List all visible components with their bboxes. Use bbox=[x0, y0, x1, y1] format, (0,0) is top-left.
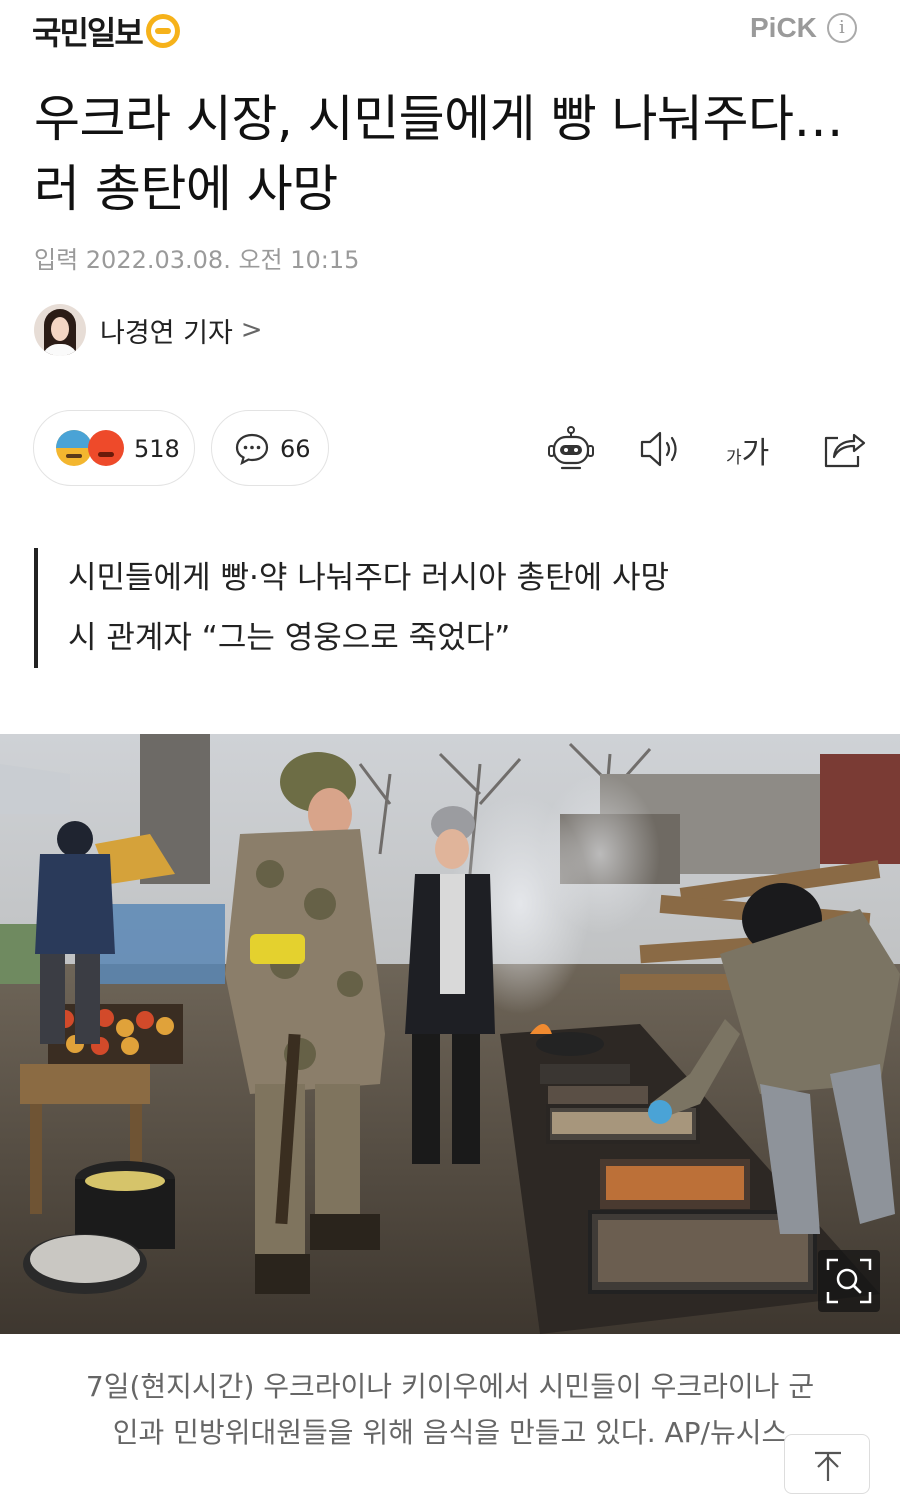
caption-line-1: 7일(현지시간) 우크라이나 키이우에서 시민들이 우크라이나 군 bbox=[85, 1370, 815, 1403]
font-big-label: 가 bbox=[741, 436, 770, 471]
reporter-link[interactable]: 나경연 기자 > bbox=[34, 304, 263, 356]
publisher-logo[interactable]: 국민일보 bbox=[32, 8, 180, 54]
article-photo[interactable] bbox=[0, 734, 900, 1334]
summary-line-1: 시민들에게 빵·약 나눠주다 러시아 총탄에 사망 bbox=[68, 560, 670, 596]
pick-badge[interactable]: PiCK i bbox=[750, 12, 857, 44]
info-icon[interactable]: i bbox=[826, 13, 857, 43]
angry-emoji-icon bbox=[88, 430, 124, 466]
arrow-up-icon bbox=[815, 1451, 841, 1481]
article-date: 입력 2022.03.08. 오전 10:15 bbox=[34, 246, 360, 274]
zoom-icon bbox=[826, 1258, 872, 1304]
reaction-count: 518 bbox=[134, 435, 180, 463]
pick-label: PiCK bbox=[750, 12, 817, 43]
comment-count: 66 bbox=[280, 435, 311, 463]
sad-emoji-icon bbox=[56, 430, 92, 466]
scroll-top-button[interactable] bbox=[784, 1434, 870, 1494]
chevron-right-icon: > bbox=[240, 315, 263, 345]
photo-caption: 7일(현지시간) 우크라이나 키이우에서 시민들이 우크라이나 군 인과 민방위… bbox=[0, 1364, 900, 1456]
caption-line-2: 인과 민방위대원들을 위해 음식을 만들고 있다. AP/뉴시스 bbox=[112, 1416, 788, 1449]
article-summary: 시민들에게 빵·약 나눠주다 러시아 총탄에 사망 시 관계자 “그는 영웅으로… bbox=[34, 548, 848, 668]
speaker-icon[interactable] bbox=[636, 424, 686, 474]
top-bar: 국민일보 PiCK i bbox=[0, 0, 900, 64]
robot-icon[interactable] bbox=[546, 424, 596, 474]
article-title: 우크라 시장, 시민들에게 빵 나눠주다…러 총탄에 사망 bbox=[34, 90, 843, 218]
font-size-button[interactable]: 가가 bbox=[726, 428, 769, 472]
comment-button[interactable]: 66 bbox=[211, 410, 329, 486]
zoom-button[interactable] bbox=[818, 1250, 880, 1312]
summary-line-2: 시 관계자 “그는 영웅으로 죽었다” bbox=[68, 620, 511, 656]
logo-text: 국민일보 bbox=[32, 14, 144, 52]
avatar bbox=[34, 304, 86, 356]
reaction-button[interactable]: 518 bbox=[33, 410, 195, 486]
photo-illustration bbox=[0, 734, 900, 1334]
font-small-label: 가 bbox=[726, 448, 742, 468]
logo-circle-icon bbox=[145, 14, 180, 48]
reporter-name: 나경연 기자 bbox=[100, 317, 233, 349]
share-icon[interactable] bbox=[818, 424, 868, 474]
comment-bubble-icon bbox=[235, 433, 269, 466]
